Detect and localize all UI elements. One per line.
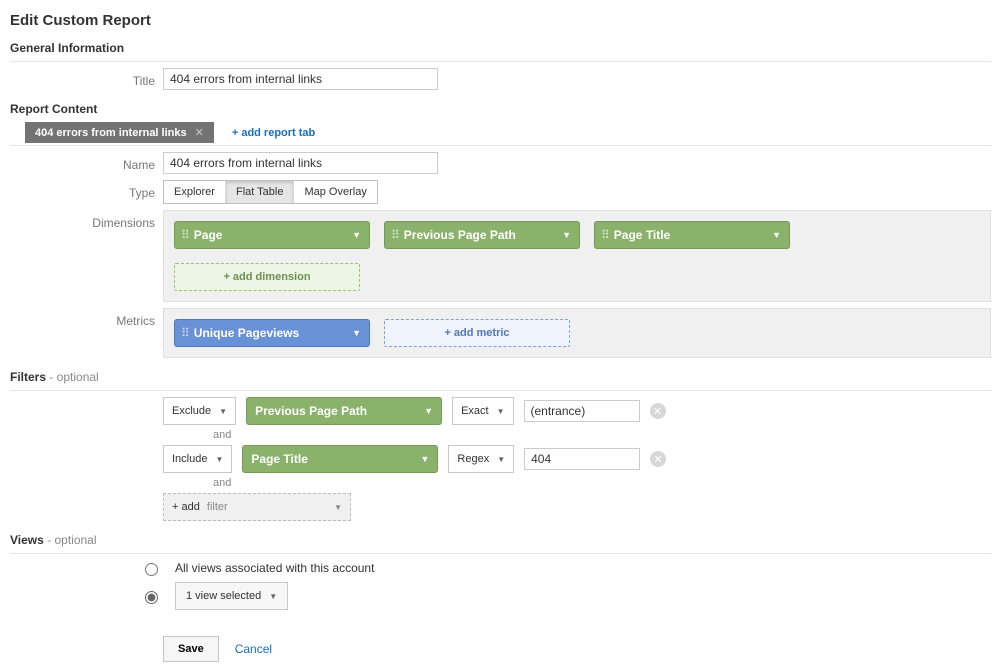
chevron-down-icon: ▼ [219, 407, 227, 416]
report-tab[interactable]: 404 errors from internal links ✕ [25, 122, 214, 143]
chevron-down-icon: ▼ [269, 592, 277, 601]
chevron-down-icon: ▼ [424, 406, 433, 416]
filter-value-input[interactable] [524, 448, 640, 470]
views-heading-text: Views [10, 533, 44, 547]
add-metric-button[interactable]: + add metric [384, 319, 570, 347]
views-selected-radio[interactable] [145, 591, 158, 604]
type-label: Type [10, 180, 163, 200]
remove-filter-icon[interactable]: ✕ [650, 451, 666, 467]
report-tab-label: 404 errors from internal links [35, 127, 187, 139]
divider [10, 390, 991, 391]
filter-inclusion-select[interactable]: Exclude ▼ [163, 397, 236, 425]
chevron-down-icon: ▼ [352, 328, 361, 338]
page-title: Edit Custom Report [10, 12, 991, 29]
metric-label: Unique Pageviews [194, 326, 344, 340]
divider [10, 553, 991, 554]
dimension-label: Previous Page Path [404, 228, 554, 242]
dimension-label: Page Title [614, 228, 764, 242]
chevron-down-icon: ▼ [420, 454, 429, 464]
views-heading: Views - optional [10, 533, 991, 547]
filter-dimension-label: Previous Page Path [255, 404, 367, 418]
metrics-panel: ⠿ Unique Pageviews ▼ + add metric [163, 308, 991, 358]
divider [10, 145, 991, 146]
type-map-overlay[interactable]: Map Overlay [294, 181, 376, 203]
filter-match-label: Exact [461, 405, 489, 417]
metric-pill[interactable]: ⠿ Unique Pageviews ▼ [174, 319, 370, 347]
grip-icon: ⠿ [601, 228, 608, 242]
optional-label: - optional [46, 370, 99, 384]
and-label: and [213, 477, 991, 489]
add-dimension-button[interactable]: + add dimension [174, 263, 360, 291]
filter-inclusion-select[interactable]: Include ▼ [163, 445, 232, 473]
and-label: and [213, 429, 991, 441]
title-input[interactable] [163, 68, 438, 90]
optional-label: - optional [44, 533, 97, 547]
filters-heading: Filters - optional [10, 370, 991, 384]
grip-icon: ⠿ [391, 228, 398, 242]
type-explorer[interactable]: Explorer [164, 181, 226, 203]
chevron-down-icon: ▼ [497, 407, 505, 416]
content-heading: Report Content [10, 102, 991, 116]
filter-inclusion-label: Exclude [172, 405, 211, 417]
chevron-down-icon: ▼ [334, 503, 342, 512]
remove-filter-icon[interactable]: ✕ [650, 403, 666, 419]
add-report-tab[interactable]: + add report tab [232, 127, 315, 139]
filter-dimension-select[interactable]: Page Title ▼ [242, 445, 438, 473]
name-label: Name [10, 152, 163, 172]
dimension-label: Page [194, 228, 344, 242]
grip-icon: ⠿ [181, 326, 188, 340]
views-all-radio[interactable] [145, 563, 158, 576]
dimension-pill[interactable]: ⠿ Page ▼ [174, 221, 370, 249]
divider [10, 61, 991, 62]
chevron-down-icon: ▼ [772, 230, 781, 240]
filter-match-select[interactable]: Regex ▼ [448, 445, 514, 473]
title-label: Title [10, 68, 163, 88]
dimensions-panel: ⠿ Page ▼ ⠿ Previous Page Path ▼ ⠿ Page T… [163, 210, 991, 302]
name-input[interactable] [163, 152, 438, 174]
metrics-label: Metrics [10, 308, 163, 328]
chevron-down-icon: ▼ [562, 230, 571, 240]
views-selected-dropdown[interactable]: 1 view selected ▼ [175, 582, 288, 610]
plus-icon: + add [172, 501, 203, 513]
views-all-label: All views associated with this account [175, 561, 374, 575]
general-heading: General Information [10, 41, 991, 55]
type-flat-table[interactable]: Flat Table [226, 181, 295, 203]
chevron-down-icon: ▼ [497, 455, 505, 464]
filter-match-select[interactable]: Exact ▼ [452, 397, 513, 425]
grip-icon: ⠿ [181, 228, 188, 242]
filters-heading-text: Filters [10, 370, 46, 384]
add-filter-word: filter [207, 501, 228, 513]
filter-row: Include ▼ Page Title ▼ Regex ▼ ✕ [163, 445, 991, 473]
dimension-pill[interactable]: ⠿ Previous Page Path ▼ [384, 221, 580, 249]
dimensions-label: Dimensions [10, 210, 163, 230]
add-filter-button[interactable]: + add filter ▼ [163, 493, 351, 521]
save-button[interactable]: Save [163, 636, 219, 662]
filter-inclusion-label: Include [172, 453, 207, 465]
dimension-pill[interactable]: ⠿ Page Title ▼ [594, 221, 790, 249]
filter-dimension-select[interactable]: Previous Page Path ▼ [246, 397, 442, 425]
chevron-down-icon: ▼ [215, 455, 223, 464]
type-segmented: Explorer Flat Table Map Overlay [163, 180, 378, 204]
filter-match-label: Regex [457, 453, 489, 465]
filter-value-input[interactable] [524, 400, 640, 422]
chevron-down-icon: ▼ [352, 230, 361, 240]
cancel-link[interactable]: Cancel [235, 642, 272, 656]
close-icon[interactable]: ✕ [195, 126, 204, 139]
views-selected-label: 1 view selected [186, 590, 261, 602]
filter-row: Exclude ▼ Previous Page Path ▼ Exact ▼ ✕ [163, 397, 991, 425]
filter-dimension-label: Page Title [251, 452, 307, 466]
